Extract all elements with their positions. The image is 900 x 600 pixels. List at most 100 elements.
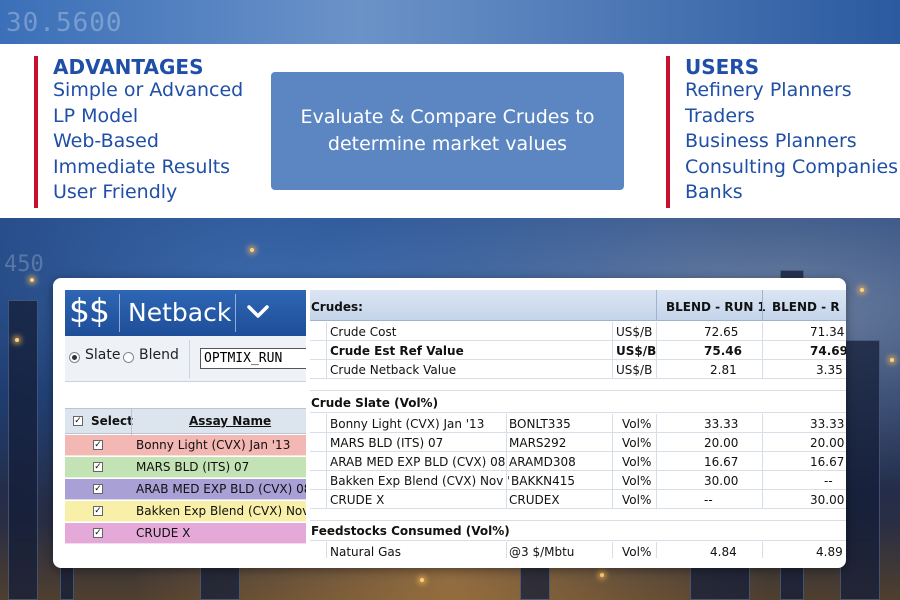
run1-value: -- [704,493,713,507]
run2-value: 4.89 [816,545,843,558]
app-header: $$ Netback [65,290,306,336]
run2-value: 16.67 [810,455,845,469]
users-title: USERS [685,55,760,79]
run2-value: 30.00 [810,493,845,507]
table-row: Natural Gas @3 $/Mbtu Vol% 4.84 4.89 [310,542,846,558]
advantage-item: Web-Based [53,130,159,153]
assay-row[interactable]: ✓ ARAB MED EXP BLD (CVX) 08 [65,479,306,500]
run1-value: 2.81 [710,363,737,377]
crudes-title: Crudes: [311,300,363,314]
assay-row[interactable]: ✓ Bonny Light (CVX) Jan '13 [65,435,306,456]
advantages-title: ADVANTAGES [53,55,204,79]
spacer-row [310,379,846,391]
row-unit: Vol% [622,545,652,558]
advantage-item: Simple or Advanced [53,79,244,101]
netback-app-window: $$ Netback Slate Blend ✓ Select Assay Na… [53,278,846,568]
users-list: USERS Refinery Planners Traders Business… [666,56,898,208]
table-row: CRUDE X CRUDEX Vol% -- 30.00 [310,490,846,509]
table-row: Crude Est Ref Value US$/B 75.46 74.69 [310,341,846,360]
assay-checkbox[interactable]: ✓ [93,462,103,472]
radio-slate[interactable] [69,352,80,363]
column-divider [762,290,763,321]
assay-row[interactable]: ✓ MARS BLD (ITS) 07 [65,457,306,478]
header-divider [119,294,120,332]
assay-checkbox[interactable]: ✓ [93,506,103,516]
row-code: BONLT335 [509,417,571,431]
run-name-input[interactable] [200,348,306,369]
row-code: MARS292 [509,436,567,450]
select-all-checkbox[interactable]: ✓ [73,416,83,426]
assay-name-column-header[interactable]: Assay Name [189,414,271,428]
row-unit: Vol% [622,493,652,507]
run1-value: 33.33 [704,417,739,431]
advantages-list: ADVANTAGES Simple or Advanced LP Model W… [34,56,243,208]
run1-value: 72.65 [704,325,739,339]
tagline-line-2: determine market values [327,133,568,155]
row-label: Crude Netback Value [330,363,457,377]
assay-checkbox[interactable]: ✓ [93,484,103,494]
column-divider [656,290,657,321]
run1-value: 16.67 [704,455,739,469]
assay-row[interactable]: ✓ Bakken Exp Blend (CVX) Nov ' [65,501,306,522]
assay-name: MARS BLD (ITS) 07 [136,460,250,474]
row-unit: US$/B [616,325,653,339]
run1-value: 4.84 [710,545,737,558]
row-code: CRUDEX [509,493,560,507]
run2-value: 74.69 [810,344,846,358]
row-code: @3 $/Mbtu [509,545,575,558]
row-unit: Vol% [622,474,652,488]
row-unit: Vol% [622,455,652,469]
table-row: Bakken Exp Blend (CVX) Nov '12 BAKKN415 … [310,471,846,490]
row-code: BAKKN415 [509,474,576,488]
app-logo: $$ [69,291,110,330]
user-item: Traders [685,104,755,127]
run1-value: 30.00 [704,474,739,488]
assay-name: Bakken Exp Blend (CVX) Nov ' [136,504,306,518]
row-label: Bakken Exp Blend (CVX) Nov '12 [330,474,526,488]
advantage-item: User Friendly [53,181,178,204]
table-row: Crude Cost US$/B 72.65 71.34 [310,322,846,341]
table-row: Crude Netback Value US$/B 2.81 3.35 [310,360,846,379]
row-label: Crude Cost [330,325,397,339]
assay-checkbox[interactable]: ✓ [93,528,103,538]
assay-checkbox[interactable]: ✓ [93,440,103,450]
crude-slate-title: Crude Slate (Vol%) [311,396,439,410]
run2-value: 20.00 [810,436,845,450]
row-unit: US$/B [616,363,653,377]
section-header-row: Feedstocks Consumed (Vol%) [310,520,846,541]
radio-blend[interactable] [123,352,134,363]
advantage-item: LP Model [53,104,139,127]
chevron-down-icon[interactable] [245,298,271,324]
run1-value: 75.46 [704,344,742,358]
radio-blend-label[interactable]: Blend [139,347,179,363]
run2-value: -- [824,474,833,488]
assay-name: ARAB MED EXP BLD (CVX) 08 [136,482,306,496]
run2-value: 71.34 [810,325,845,339]
assay-row[interactable]: ✓ CRUDE X [65,523,306,544]
run2-value: 3.35 [816,363,843,377]
user-item: Consulting Companies [685,155,899,178]
table-row: Bonny Light (CVX) Jan '13 BONLT335 Vol% … [310,414,846,433]
table-row: ARAB MED EXP BLD (CVX) 08 ARAMD308 Vol% … [310,452,846,471]
advantage-item: Immediate Results [53,155,231,178]
tagline-line-1: Evaluate & Compare Crudes to [300,106,595,128]
run2-value: 33.33 [810,417,845,431]
assay-selection-pane: $$ Netback Slate Blend ✓ Select Assay Na… [65,290,306,558]
background-numbers-lower: 450 [4,252,44,277]
user-item: Refinery Planners [685,79,852,101]
results-grid: Crudes: BLEND - RUN 1 BLEND - R Crude Co… [310,290,846,558]
header-divider [235,294,236,332]
row-unit: Vol% [622,436,652,450]
results-header: Crudes: BLEND - RUN 1 BLEND - R [310,290,846,321]
row-label: ARAB MED EXP BLD (CVX) 08 [330,455,506,469]
row-label: Bonny Light (CVX) Jan '13 [330,417,485,431]
run1-value: 20.00 [704,436,739,450]
radio-slate-label[interactable]: Slate [85,347,120,363]
mode-divider [189,340,190,378]
table-row: MARS BLD (ITS) 07 MARS292 Vol% 20.00 20.… [310,433,846,452]
section-header-row: Crude Slate (Vol%) [310,392,846,413]
user-item: Business Planners [685,130,857,153]
assay-name: Bonny Light (CVX) Jan '13 [136,438,291,452]
app-title: Netback [128,298,232,327]
row-label: Crude Est Ref Value [330,344,464,358]
